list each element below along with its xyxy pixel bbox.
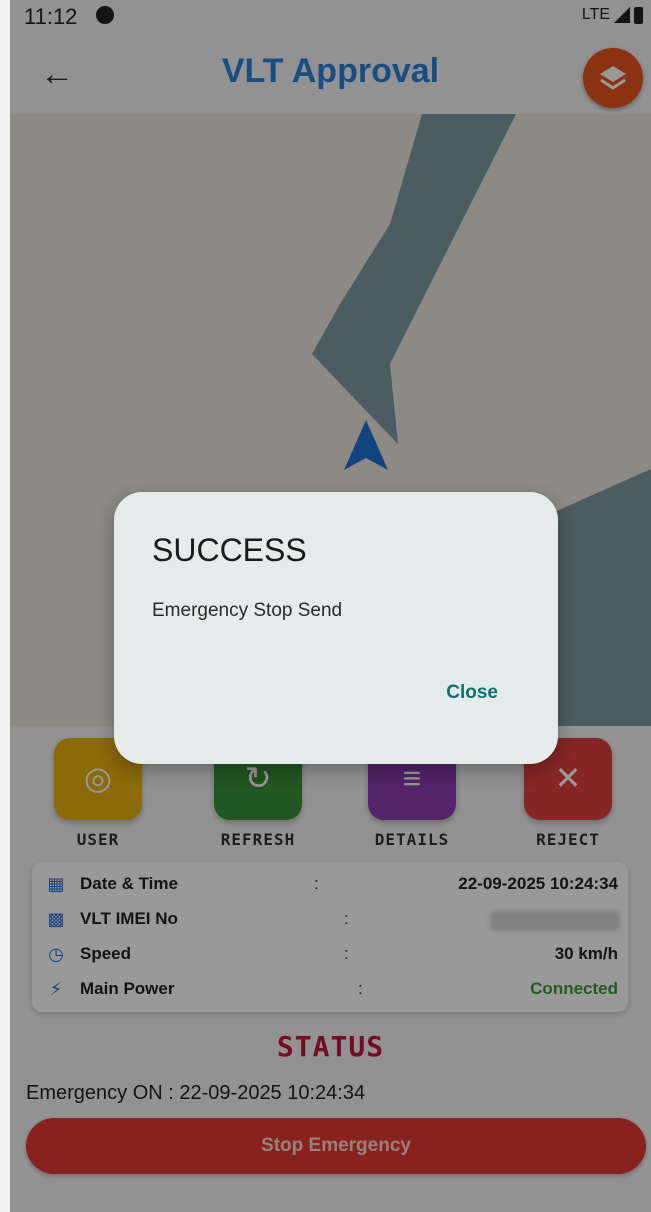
app-screen: 11:12 LTE ← VLT Approval ◎ USER ↻ REFRES… [10,0,651,1212]
dialog-title: SUCCESS [152,532,307,568]
dialog-message: Emergency Stop Send [152,600,343,621]
success-dialog: SUCCESS Emergency Stop Send Close [114,492,558,764]
dialog-close-button[interactable]: Close [446,682,498,704]
